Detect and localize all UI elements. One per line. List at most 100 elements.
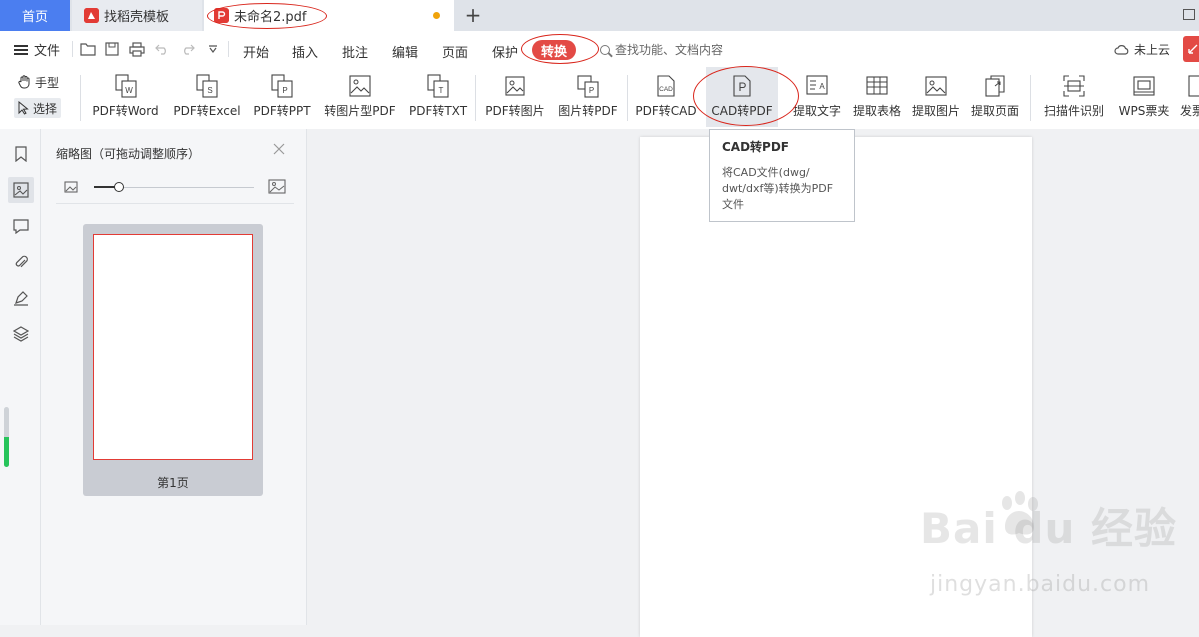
tooltip-title: CAD转PDF — [722, 140, 790, 154]
pdf-to-excel-label: PDF转Excel — [173, 104, 241, 118]
pdf-to-word-button[interactable]: W PDF转Word — [88, 67, 163, 127]
tab-home[interactable]: 首页 — [0, 0, 70, 31]
ribbon-toolbar: 手型 选择 W PDF转Word S PDF转Excel P PDF转PPT 转… — [0, 67, 1199, 130]
extract-image-icon — [923, 73, 949, 99]
pdf-to-ppt-button[interactable]: P PDF转PPT — [250, 67, 314, 127]
file-menu[interactable]: 文件 — [14, 40, 60, 59]
hand-tool[interactable]: 手型 — [14, 72, 63, 92]
svg-text:P: P — [282, 86, 287, 95]
pdf-to-txt-label: PDF转TXT — [408, 104, 468, 118]
pdf-to-cad-button[interactable]: CAD PDF转CAD — [633, 67, 699, 127]
tab-templates-label: 找稻壳模板 — [104, 10, 170, 25]
pdf-to-txt-icon: T — [425, 73, 451, 99]
pdf-to-ppt-icon: P — [269, 73, 295, 99]
divider — [72, 41, 73, 57]
pdf-to-ppt-label: PDF转PPT — [253, 104, 311, 118]
cad-to-pdf-tooltip: CAD转PDF 将CAD文件(dwg/ dwt/dxf等)转换为PDF 文件 — [709, 129, 855, 222]
pdf-to-cad-icon: CAD — [653, 73, 679, 99]
hamburger-icon — [14, 44, 28, 55]
tab-templates[interactable]: 找稻壳模板 — [72, 0, 202, 31]
thumbnail-panel-title: 缩略图（可拖动调整顺序） — [56, 147, 201, 161]
invoice-button[interactable]: 发票 — [1180, 67, 1199, 127]
tab-document[interactable]: 未命名2.pdf — [204, 0, 454, 31]
pdf-to-image-label: PDF转图片 — [485, 104, 545, 118]
pdf-to-txt-button[interactable]: T PDF转TXT — [406, 67, 470, 127]
new-tab-button[interactable]: + — [462, 3, 484, 27]
share-button[interactable] — [1183, 36, 1199, 62]
attachment-icon[interactable] — [8, 249, 34, 275]
page-thumbnail-card[interactable]: 第1页 — [83, 224, 263, 496]
cad-to-pdf-button[interactable]: CAD转PDF — [706, 67, 778, 127]
divider — [228, 41, 229, 57]
pdf-to-word-icon: W — [113, 73, 139, 99]
print-icon[interactable] — [129, 41, 145, 57]
svg-text:S: S — [207, 86, 212, 95]
wps-ticket-label: WPS票夹 — [1118, 104, 1170, 118]
select-tool[interactable]: 选择 — [14, 98, 62, 118]
image-pdf-icon — [347, 73, 373, 99]
hand-tool-label: 手型 — [35, 75, 60, 90]
zoom-slider-handle[interactable] — [114, 182, 124, 192]
menu-insert[interactable]: 插入 — [292, 42, 318, 61]
scan-ocr-button[interactable]: 扫描件识别 — [1038, 67, 1110, 127]
image-to-pdf-button[interactable]: P 图片转PDF — [555, 67, 621, 127]
wps-ticket-button[interactable]: WPS票夹 — [1112, 67, 1176, 127]
search-icon — [600, 44, 610, 55]
to-image-pdf-label: 转图片型PDF — [324, 104, 396, 118]
cloud-status[interactable]: 未上云 — [1114, 41, 1170, 58]
pdf-to-excel-button[interactable]: S PDF转Excel — [171, 67, 243, 127]
menu-page[interactable]: 页面 — [442, 42, 468, 61]
thumbnail-icon[interactable] — [8, 177, 34, 203]
save-icon[interactable] — [104, 41, 120, 57]
extract-image-button[interactable]: 提取图片 — [907, 67, 965, 127]
extract-table-button[interactable]: 提取表格 — [848, 67, 906, 127]
dropdown-icon[interactable] — [205, 41, 221, 57]
divider — [80, 75, 81, 121]
image-to-pdf-icon: P — [575, 73, 601, 99]
hand-icon — [18, 75, 31, 89]
bookmark-icon[interactable] — [8, 141, 34, 167]
unsaved-indicator — [433, 12, 440, 19]
close-icon[interactable] — [273, 143, 285, 155]
select-tool-label: 选择 — [33, 101, 58, 116]
redo-icon[interactable] — [180, 41, 196, 57]
page-thumbnail[interactable] — [93, 234, 253, 460]
folder-icon[interactable] — [80, 41, 96, 57]
to-image-pdf-button[interactable]: 转图片型PDF — [320, 67, 400, 127]
svg-text:W: W — [125, 86, 133, 95]
rail-scroll-indicator[interactable] — [4, 407, 9, 467]
menu-comment[interactable]: 批注 — [342, 42, 368, 61]
menu-edit[interactable]: 编辑 — [392, 42, 418, 61]
menu-convert[interactable]: 转换 — [532, 40, 576, 60]
thumbnail-panel: 缩略图（可拖动调整顺序） 第1页 — [41, 129, 307, 625]
comment-icon[interactable] — [8, 213, 34, 239]
tooltip-desc-line-2: dwt/dxf等)转换为PDF — [722, 182, 834, 195]
window-restore-icon[interactable] — [1183, 9, 1195, 20]
scan-ocr-label: 扫描件识别 — [1043, 104, 1104, 118]
menu-start[interactable]: 开始 — [243, 42, 269, 61]
signature-icon[interactable] — [8, 285, 34, 311]
scan-icon — [1061, 73, 1087, 99]
layers-icon[interactable] — [8, 321, 34, 347]
extract-page-button[interactable]: 提取页面 — [966, 67, 1024, 127]
extract-image-label: 提取图片 — [911, 104, 960, 118]
menu-protect[interactable]: 保护 — [492, 42, 518, 61]
invoice-icon — [1186, 73, 1199, 99]
pdf-file-icon — [214, 8, 229, 23]
image-small-icon[interactable] — [64, 181, 78, 193]
search-box[interactable]: 查找功能、文档内容 — [600, 41, 723, 58]
page-thumbnail-label: 第1页 — [157, 476, 189, 490]
extract-table-icon — [864, 73, 890, 99]
thumbnail-zoom-row — [56, 177, 294, 204]
docer-logo-icon — [84, 8, 99, 23]
pdf-to-image-button[interactable]: PDF转图片 — [482, 67, 548, 127]
undo-icon[interactable] — [154, 41, 170, 57]
pdf-to-cad-label: PDF转CAD — [635, 104, 697, 118]
extract-text-button[interactable]: A 提取文字 — [788, 67, 846, 127]
image-large-icon[interactable] — [268, 179, 286, 194]
pdf-to-word-label: PDF转Word — [92, 104, 159, 118]
cursor-icon — [18, 101, 29, 115]
image-to-pdf-label: 图片转PDF — [558, 104, 618, 118]
search-placeholder: 查找功能、文档内容 — [615, 43, 724, 57]
tab-document-label: 未命名2.pdf — [234, 10, 307, 25]
